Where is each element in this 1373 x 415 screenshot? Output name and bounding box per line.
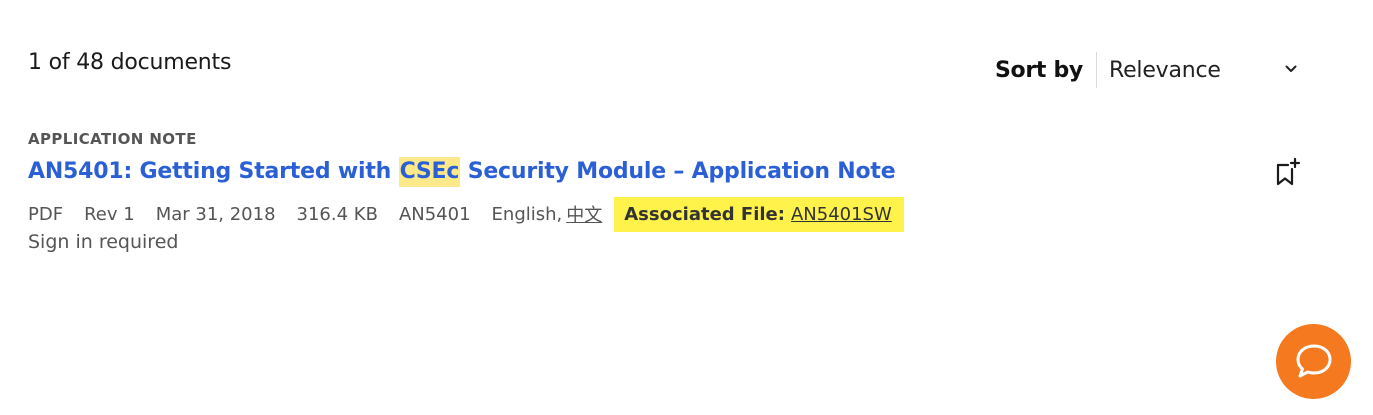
chevron-down-icon xyxy=(1285,65,1297,72)
sign-in-required-note: Sign in required xyxy=(28,231,179,253)
document-revision: Rev 1 xyxy=(84,203,135,225)
sort-label: Sort by xyxy=(995,57,1083,83)
results-count: 1 of 48 documents xyxy=(28,50,232,75)
document-language: English, xyxy=(491,203,563,225)
document-title-link[interactable]: AN5401: Getting Started with CSEc Securi… xyxy=(28,157,896,187)
document-type-label: APPLICATION NOTE xyxy=(28,130,197,148)
title-text-after: Security Module – Application Note xyxy=(460,159,896,184)
chat-button[interactable] xyxy=(1276,324,1351,399)
title-text-before: AN5401: Getting Started with xyxy=(28,159,399,184)
document-metadata: PDF Rev 1 Mar 31, 2018 316.4 KB AN5401 E… xyxy=(28,196,904,232)
sort-selected-value: Relevance xyxy=(1108,57,1221,83)
chat-bubble-icon xyxy=(1296,344,1331,377)
sort-dropdown[interactable]: Relevance xyxy=(1109,52,1305,88)
language-alt-link[interactable]: 中文 xyxy=(566,201,602,227)
associated-file-badge: Associated File: AN5401SW xyxy=(614,196,904,232)
associated-file-link[interactable]: AN5401SW xyxy=(791,204,892,225)
document-format: PDF xyxy=(28,203,64,225)
document-date: Mar 31, 2018 xyxy=(155,203,276,225)
sort-control: Sort by Relevance xyxy=(995,52,1305,88)
bookmark-add-icon[interactable] xyxy=(1274,157,1302,189)
associated-file-label: Associated File: xyxy=(624,203,785,225)
document-size: 316.4 KB xyxy=(296,203,378,225)
document-id: AN5401 xyxy=(398,203,471,225)
search-results-page: 1 of 48 documents Sort by Relevance APPL… xyxy=(0,0,1373,415)
title-search-term-highlight: CSEc xyxy=(398,157,461,187)
sort-divider xyxy=(1095,52,1097,88)
